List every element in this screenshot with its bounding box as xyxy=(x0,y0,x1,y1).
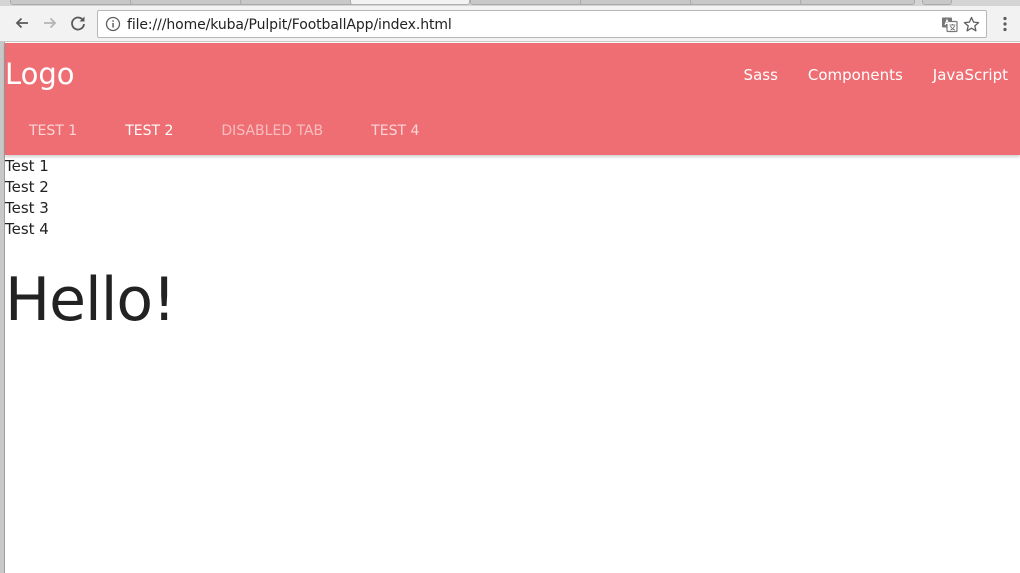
tab-disabled: Disabled Tab xyxy=(221,123,324,139)
page-viewport: Logo Sass Components JavaScript Test 1 T… xyxy=(5,43,1020,573)
browser-tab[interactable] xyxy=(690,0,805,5)
info-icon[interactable] xyxy=(105,16,121,32)
tab-test-4[interactable]: Test 4 xyxy=(347,107,443,155)
url-text[interactable]: file:///home/kuba/Pulpit/FootballApp/ind… xyxy=(127,17,452,33)
tab-test-1[interactable]: Test 1 xyxy=(5,107,101,155)
arrow-right-icon xyxy=(44,17,57,29)
back-button[interactable] xyxy=(10,11,34,35)
browser-tab-active[interactable] xyxy=(350,0,470,5)
browser-tab[interactable] xyxy=(470,0,585,5)
star-icon[interactable] xyxy=(963,16,980,33)
nav-links: Sass Components JavaScript xyxy=(729,66,1020,84)
tab-test-2[interactable]: Test 2 xyxy=(101,107,197,155)
nav-link-sass[interactable]: Sass xyxy=(729,66,793,84)
browser-tab[interactable] xyxy=(10,0,140,5)
brand-logo[interactable]: Logo xyxy=(5,57,75,91)
navbar: Logo Sass Components JavaScript Test 1 T… xyxy=(5,43,1020,155)
translate-icon[interactable] xyxy=(941,16,958,33)
reload-icon xyxy=(71,16,85,31)
arrow-left-icon xyxy=(15,17,28,29)
kebab-menu-icon xyxy=(1003,16,1007,32)
address-bar[interactable]: file:///home/kuba/Pulpit/FootballApp/ind… xyxy=(97,10,987,38)
list-item: Test 3 xyxy=(5,199,49,217)
list-item: Test 4 xyxy=(5,220,49,238)
nav-link-components[interactable]: Components xyxy=(793,66,918,84)
list-item: Test 2 xyxy=(5,178,49,196)
list-item: Test 1 xyxy=(5,157,49,175)
reload-button[interactable] xyxy=(66,11,90,35)
nav-link-javascript[interactable]: JavaScript xyxy=(918,66,1020,84)
browser-tab[interactable] xyxy=(240,0,355,5)
browser-tab[interactable] xyxy=(130,0,250,5)
browser-tab[interactable] xyxy=(800,0,915,5)
tab-bar: Test 1 Test 2 Disabled Tab Test 4 xyxy=(5,107,443,155)
page-heading: Hello! xyxy=(5,265,176,335)
content-list: Test 1 Test 2 Test 3 Test 4 xyxy=(5,156,49,240)
new-tab-button[interactable] xyxy=(922,0,952,5)
browser-tab[interactable] xyxy=(580,0,695,5)
browser-toolbar: file:///home/kuba/Pulpit/FootballApp/ind… xyxy=(0,6,1020,42)
browser-menu-button[interactable] xyxy=(996,14,1014,34)
forward-button[interactable] xyxy=(38,11,62,35)
